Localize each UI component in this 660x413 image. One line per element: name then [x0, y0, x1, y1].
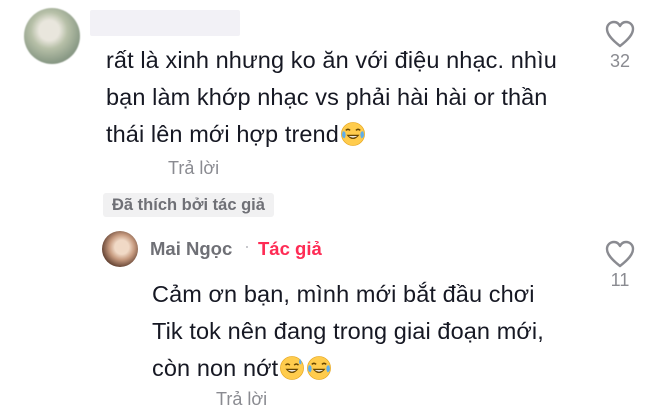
like-count: 32: [609, 51, 631, 71]
reply-button[interactable]: Trả lời: [216, 389, 267, 410]
commenter-username-redacted: [90, 10, 240, 36]
comment-line: rất là xinh nhưng ko ăn với điệu nhạc. n…: [106, 47, 557, 73]
tears-of-joy-emoji: [340, 122, 365, 146]
reply-button[interactable]: Trả lời: [168, 158, 219, 179]
reply-line: còn non nớt: [152, 350, 572, 387]
author-avatar[interactable]: [102, 231, 138, 267]
liked-by-creator-badge: Đã thích bởi tác giả: [103, 193, 274, 217]
reply-line: Tik tok nên đang trong giai đoạn mới,: [152, 318, 544, 344]
heart-icon[interactable]: [605, 240, 635, 268]
comment-line: thái lên mới hợp trend: [106, 116, 576, 153]
reply-username[interactable]: Mai Ngọc: [150, 238, 232, 260]
author-label: Tác giả: [258, 238, 322, 259]
reply-line-text: còn non nớt: [152, 355, 279, 381]
reply-line: Cảm ơn bạn, mình mới bắt đầu chơi: [152, 281, 535, 307]
like-count: 11: [610, 270, 630, 290]
heart-icon[interactable]: [605, 20, 635, 48]
separator-dot: ·: [244, 236, 250, 256]
comment-line: bạn làm khớp nhạc vs phải hài hài or thầ…: [106, 84, 548, 110]
tears-of-joy-emoji: [307, 356, 332, 380]
commenter-avatar[interactable]: [24, 8, 80, 64]
comment-text: rất là xinh nhưng ko ăn với điệu nhạc. n…: [106, 42, 576, 153]
comment-line-text: thái lên mới hợp trend: [106, 121, 339, 147]
sweat-smile-emoji: [280, 356, 305, 380]
reply-text: Cảm ơn bạn, mình mới bắt đầu chơi Tik to…: [152, 276, 572, 387]
